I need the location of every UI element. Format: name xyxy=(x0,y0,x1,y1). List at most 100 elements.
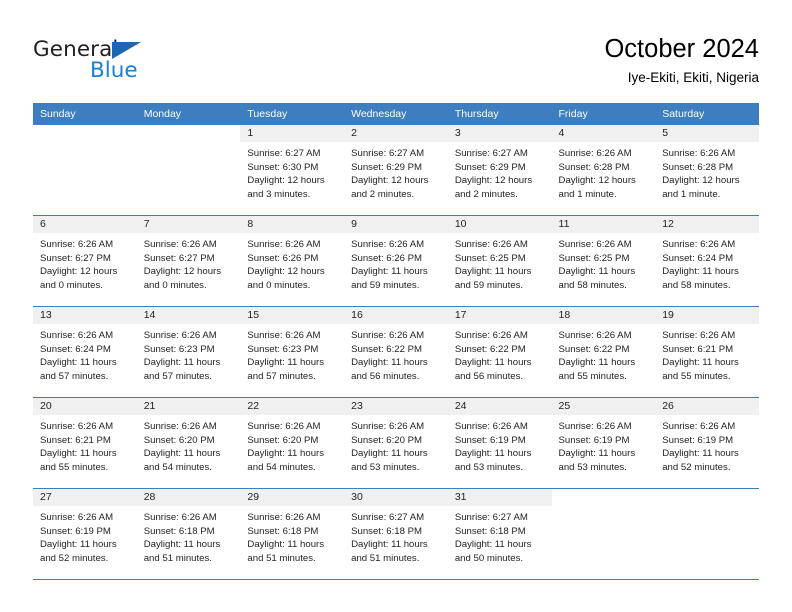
calendar-day-cell[interactable]: 12 Sunrise: 6:26 AM Sunset: 6:24 PM Dayligh… xyxy=(655,215,759,307)
calendar-day-cell[interactable]: 14 Sunrise: 6:26 AM Sunset: 6:23 PM Dayligh… xyxy=(136,306,241,398)
calendar-day-cell[interactable]: 22 Sunrise: 6:26 AM Sunset: 6:20 PM Dayligh… xyxy=(240,397,345,489)
generalblue-logo[interactable]: General Blue xyxy=(33,38,233,86)
day-detail: Sunrise: 6:26 AM Sunset: 6:26 PM Daylight:… xyxy=(240,233,344,292)
day-detail xyxy=(655,506,759,511)
sunrise-text: Sunrise: 6:26 AM xyxy=(454,421,528,432)
title-block: October 2024 Iye-Ekiti, Ekiti, Nigeria xyxy=(604,33,759,88)
day-cell-inner: 3 Sunrise: 6:27 AM Sunset: 6:29 PM Daylight… xyxy=(447,125,552,215)
sunrise-text: Sunrise: 6:26 AM xyxy=(558,148,632,159)
daylight-text-line2: and 53 minutes. xyxy=(351,461,420,473)
day-detail: Sunrise: 6:26 AM Sunset: 6:19 PM Daylight:… xyxy=(655,415,759,474)
sunset-text: Sunset: 6:22 PM xyxy=(558,343,630,355)
daylight-text-line1: Daylight: 11 hours xyxy=(454,539,532,551)
calendar-day-cell[interactable]: 26 Sunrise: 6:26 AM Sunset: 6:19 PM Dayligh… xyxy=(655,397,759,489)
sunset-text: Sunset: 6:26 PM xyxy=(247,252,319,264)
calendar-day-cell[interactable]: 8 Sunrise: 6:26 AM Sunset: 6:26 PM Daylight… xyxy=(240,215,345,307)
sunrise-text: Sunrise: 6:27 AM xyxy=(454,512,528,523)
daylight-text-line2: and 58 minutes. xyxy=(662,279,731,291)
weekday-header-saturday: Saturday xyxy=(655,103,759,125)
weekday-header-sunday: Sunday xyxy=(33,103,137,125)
day-number: 31 xyxy=(447,489,552,506)
day-detail xyxy=(33,142,137,147)
calendar-day-cell[interactable]: 5 Sunrise: 6:26 AM Sunset: 6:28 PM Daylight… xyxy=(655,125,759,216)
weekday-header-wednesday: Wednesday xyxy=(344,103,448,125)
daylight-text-line2: and 56 minutes. xyxy=(351,370,420,382)
daylight-text-line1: Daylight: 12 hours xyxy=(558,175,636,187)
calendar-day-cell[interactable]: 6 Sunrise: 6:26 AM Sunset: 6:27 PM Daylight… xyxy=(33,215,137,307)
day-number: 20 xyxy=(33,398,137,415)
day-number xyxy=(136,125,241,142)
sunset-text: Sunset: 6:28 PM xyxy=(662,161,734,173)
calendar-day-cell[interactable]: 25 Sunrise: 6:26 AM Sunset: 6:19 PM Dayligh… xyxy=(551,397,656,489)
calendar-day-cell[interactable]: 13 Sunrise: 6:26 AM Sunset: 6:24 PM Dayligh… xyxy=(33,306,137,398)
calendar-day-cell[interactable]: 16 Sunrise: 6:26 AM Sunset: 6:22 PM Dayligh… xyxy=(344,306,448,398)
day-detail: Sunrise: 6:26 AM Sunset: 6:22 PM Daylight:… xyxy=(552,324,656,383)
day-number: 13 xyxy=(33,307,137,324)
calendar-day-cell[interactable]: 30 Sunrise: 6:27 AM Sunset: 6:18 PM Dayligh… xyxy=(344,488,448,580)
calendar-day-cell[interactable]: 11 Sunrise: 6:26 AM Sunset: 6:25 PM Dayligh… xyxy=(551,215,656,307)
day-cell-inner: 23 Sunrise: 6:26 AM Sunset: 6:20 PM Dayligh… xyxy=(344,398,448,488)
daylight-text-line2: and 51 minutes. xyxy=(143,552,212,564)
calendar-week-row: 6 Sunrise: 6:26 AM Sunset: 6:27 PM Daylight… xyxy=(33,215,759,307)
calendar-day-cell[interactable]: 27 Sunrise: 6:26 AM Sunset: 6:19 PM Dayligh… xyxy=(33,488,137,580)
sunset-text: Sunset: 6:19 PM xyxy=(662,434,734,446)
day-number xyxy=(551,489,656,506)
calendar-day-cell[interactable]: 2 Sunrise: 6:27 AM Sunset: 6:29 PM Daylight… xyxy=(344,125,448,216)
daylight-text-line1: Daylight: 12 hours xyxy=(662,175,740,187)
sunrise-text: Sunrise: 6:26 AM xyxy=(247,330,321,341)
weekday-header-tuesday: Tuesday xyxy=(240,103,345,125)
calendar-day-cell[interactable]: 23 Sunrise: 6:26 AM Sunset: 6:20 PM Dayligh… xyxy=(344,397,448,489)
day-number: 26 xyxy=(655,398,759,415)
day-cell-inner: 1 Sunrise: 6:27 AM Sunset: 6:30 PM Daylight… xyxy=(240,125,345,215)
daylight-text-line1: Daylight: 11 hours xyxy=(454,357,532,369)
day-number: 1 xyxy=(240,125,345,142)
sunset-text: Sunset: 6:24 PM xyxy=(40,343,111,355)
calendar-day-cell[interactable]: 10 Sunrise: 6:26 AM Sunset: 6:25 PM Dayligh… xyxy=(447,215,552,307)
sunset-text: Sunset: 6:21 PM xyxy=(40,434,111,446)
calendar-day-cell[interactable]: 18 Sunrise: 6:26 AM Sunset: 6:22 PM Dayligh… xyxy=(551,306,656,398)
day-cell-inner: 13 Sunrise: 6:26 AM Sunset: 6:24 PM Dayligh… xyxy=(33,307,137,397)
day-number: 12 xyxy=(655,216,759,233)
daylight-text-line2: and 2 minutes. xyxy=(351,188,415,200)
calendar-day-cell[interactable]: 28 Sunrise: 6:26 AM Sunset: 6:18 PM Dayligh… xyxy=(136,488,241,580)
daylight-text-line2: and 53 minutes. xyxy=(558,461,627,473)
calendar-day-cell[interactable]: 9 Sunrise: 6:26 AM Sunset: 6:26 PM Daylight… xyxy=(344,215,448,307)
day-cell-inner: 5 Sunrise: 6:26 AM Sunset: 6:28 PM Daylight… xyxy=(655,125,759,215)
calendar-day-cell[interactable]: 29 Sunrise: 6:26 AM Sunset: 6:18 PM Dayligh… xyxy=(240,488,345,580)
daylight-text-line2: and 1 minute. xyxy=(662,188,721,200)
day-cell-inner: 10 Sunrise: 6:26 AM Sunset: 6:25 PM Dayligh… xyxy=(447,216,552,306)
calendar-day-cell[interactable]: 24 Sunrise: 6:26 AM Sunset: 6:19 PM Dayligh… xyxy=(447,397,552,489)
daylight-text-line1: Daylight: 12 hours xyxy=(247,266,325,278)
calendar-day-cell[interactable]: 15 Sunrise: 6:26 AM Sunset: 6:23 PM Dayligh… xyxy=(240,306,345,398)
calendar-week-row: 27 Sunrise: 6:26 AM Sunset: 6:19 PM Dayligh… xyxy=(33,488,759,580)
daylight-text-line2: and 57 minutes. xyxy=(247,370,316,382)
calendar-body: 1 Sunrise: 6:27 AM Sunset: 6:30 PM Daylight… xyxy=(33,125,759,580)
sunset-text: Sunset: 6:22 PM xyxy=(454,343,526,355)
day-cell-inner: 26 Sunrise: 6:26 AM Sunset: 6:19 PM Dayligh… xyxy=(655,398,759,488)
calendar-day-cell[interactable]: 4 Sunrise: 6:26 AM Sunset: 6:28 PM Daylight… xyxy=(551,125,656,216)
day-cell-inner: 29 Sunrise: 6:26 AM Sunset: 6:18 PM Dayligh… xyxy=(240,489,345,579)
sunrise-text: Sunrise: 6:26 AM xyxy=(143,239,217,250)
day-cell-inner: 2 Sunrise: 6:27 AM Sunset: 6:29 PM Daylight… xyxy=(344,125,448,215)
daylight-text-line1: Daylight: 12 hours xyxy=(143,266,222,278)
daylight-text-line1: Daylight: 11 hours xyxy=(454,448,532,460)
day-detail: Sunrise: 6:26 AM Sunset: 6:20 PM Daylight:… xyxy=(344,415,448,474)
calendar-day-cell[interactable]: 1 Sunrise: 6:27 AM Sunset: 6:30 PM Daylight… xyxy=(240,125,345,216)
calendar-day-cell[interactable]: 17 Sunrise: 6:26 AM Sunset: 6:22 PM Dayligh… xyxy=(447,306,552,398)
calendar-day-cell[interactable]: 21 Sunrise: 6:26 AM Sunset: 6:20 PM Dayligh… xyxy=(136,397,241,489)
daylight-text-line2: and 54 minutes. xyxy=(247,461,316,473)
calendar-day-cell[interactable]: 7 Sunrise: 6:26 AM Sunset: 6:27 PM Daylight… xyxy=(136,215,241,307)
sunset-text: Sunset: 6:27 PM xyxy=(143,252,215,264)
daylight-text-line1: Daylight: 11 hours xyxy=(454,266,532,278)
calendar-day-cell[interactable]: 19 Sunrise: 6:26 AM Sunset: 6:21 PM Dayligh… xyxy=(655,306,759,398)
day-cell-inner: 24 Sunrise: 6:26 AM Sunset: 6:19 PM Dayligh… xyxy=(447,398,552,488)
daylight-text-line2: and 55 minutes. xyxy=(40,461,109,473)
day-cell-inner: 20 Sunrise: 6:26 AM Sunset: 6:21 PM Dayligh… xyxy=(33,398,137,488)
calendar-day-cell[interactable]: 31 Sunrise: 6:27 AM Sunset: 6:18 PM Dayligh… xyxy=(447,488,552,580)
calendar-day-cell[interactable]: 20 Sunrise: 6:26 AM Sunset: 6:21 PM Dayligh… xyxy=(33,397,137,489)
day-number xyxy=(33,125,137,142)
daylight-text-line2: and 3 minutes. xyxy=(247,188,311,200)
sunrise-text: Sunrise: 6:26 AM xyxy=(351,239,425,250)
sunset-text: Sunset: 6:29 PM xyxy=(454,161,526,173)
calendar-day-cell[interactable]: 3 Sunrise: 6:27 AM Sunset: 6:29 PM Daylight… xyxy=(447,125,552,216)
